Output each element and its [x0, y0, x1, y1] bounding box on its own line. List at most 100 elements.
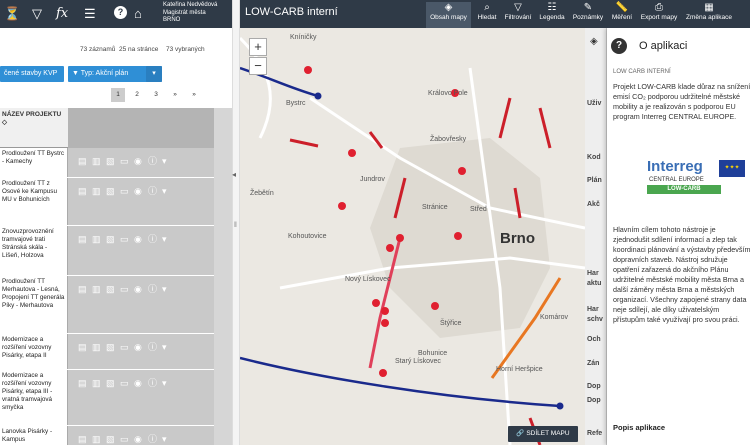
doc-edit-icon[interactable]: ▧ — [106, 234, 120, 245]
doc-edit-icon[interactable]: ▧ — [106, 434, 120, 445]
project-point[interactable] — [304, 66, 312, 74]
home-icon[interactable]: ⌂ — [134, 6, 142, 22]
doc-edit-icon[interactable]: ▧ — [106, 378, 120, 389]
doc-settings-icon[interactable]: ▥ — [92, 234, 106, 245]
page-1[interactable]: 1 — [111, 88, 125, 102]
layer-label[interactable]: aktu — [587, 280, 601, 287]
project-point[interactable] — [458, 167, 466, 175]
filter-funnel-icon[interactable]: ⏳ — [4, 6, 20, 22]
doc-edit-icon[interactable]: ▧ — [106, 284, 120, 295]
table-row[interactable]: Lanovka Pisárky - Kampus ▤▥▧▭◉ⓘ▾ — [0, 426, 232, 445]
folder-icon[interactable]: ▭ — [120, 284, 134, 295]
project-point[interactable] — [386, 244, 394, 252]
project-point[interactable] — [348, 149, 356, 157]
layer-label[interactable]: Dop — [587, 397, 601, 404]
doc-icon[interactable]: ▤ — [78, 434, 92, 445]
tool-filter[interactable]: ▽ Filtrování — [501, 2, 535, 28]
folder-icon[interactable]: ▭ — [120, 342, 134, 353]
tool-notes[interactable]: ✎ Poznámky — [569, 2, 607, 28]
layer-label[interactable]: Kod — [587, 154, 601, 161]
info-icon[interactable]: ⓘ — [148, 376, 162, 389]
layers-icon[interactable]: ◈ — [590, 36, 598, 47]
list-icon[interactable]: ☰ — [84, 6, 96, 22]
folder-icon[interactable]: ▭ — [120, 378, 134, 389]
info-icon[interactable]: ⓘ — [148, 154, 162, 167]
doc-settings-icon[interactable]: ▥ — [92, 284, 106, 295]
table-row[interactable]: Znovuzprovoznění tramvajové trati Stráns… — [0, 226, 232, 276]
project-point[interactable] — [381, 319, 389, 327]
info-icon[interactable]: ⓘ — [148, 282, 162, 295]
doc-icon[interactable]: ▤ — [78, 156, 92, 167]
table-row[interactable]: Modernizace a rozšíření vozovny Pisárky,… — [0, 334, 232, 370]
chevron-left-icon[interactable]: ◂ — [232, 170, 236, 179]
chevron-down-icon[interactable]: ▾ — [162, 156, 176, 167]
drag-handle-icon[interactable]: ‖ — [234, 222, 237, 229]
chevron-down-icon[interactable]: ▾ — [162, 434, 176, 445]
layer-label[interactable]: Har — [587, 306, 599, 313]
folder-icon[interactable]: ▭ — [120, 434, 134, 445]
doc-icon[interactable]: ▤ — [78, 186, 92, 197]
doc-settings-icon[interactable]: ▥ — [92, 378, 106, 389]
folder-icon[interactable]: ▭ — [120, 156, 134, 167]
layer-label[interactable]: Akč — [587, 201, 600, 208]
panel-splitter[interactable]: ◂ ‖ — [232, 0, 240, 445]
zoom-to-icon[interactable]: ◉ — [134, 156, 148, 167]
page-last[interactable]: » — [187, 88, 201, 102]
layer-label[interactable]: Har — [587, 270, 599, 277]
layer-label[interactable]: Zán — [587, 360, 599, 367]
chevron-down-icon[interactable]: ▾ — [162, 234, 176, 245]
page-2[interactable]: 2 — [130, 88, 144, 102]
column-header-name[interactable]: NÁZEV PROJEKTU ◇ — [0, 108, 68, 148]
share-map-button[interactable]: 🔗 SDÍLET MAPU — [508, 426, 578, 442]
tool-change-app[interactable]: ▦ Změna aplikace — [683, 2, 735, 28]
zoom-out-button[interactable]: − — [249, 57, 267, 75]
project-point[interactable] — [314, 92, 322, 100]
info-icon[interactable]: ⓘ — [148, 340, 162, 353]
table-row[interactable]: Modernizace a rozšíření vozovny Pisárky,… — [0, 370, 232, 426]
info-icon[interactable]: ⓘ — [148, 184, 162, 197]
chevron-down-icon[interactable]: ▾ — [162, 378, 176, 389]
info-icon[interactable]: ⓘ — [148, 432, 162, 445]
doc-settings-icon[interactable]: ▥ — [92, 156, 106, 167]
table-row[interactable]: Prodloužení TT Bystrc - Kamechy ▤▥▧▭◉ⓘ▾ — [0, 148, 232, 178]
zoom-to-icon[interactable]: ◉ — [134, 378, 148, 389]
project-point[interactable] — [372, 299, 380, 307]
tool-measure[interactable]: 📏 Měření — [607, 2, 637, 28]
layer-label[interactable]: Refe — [587, 430, 602, 437]
zoom-in-button[interactable]: + — [249, 38, 267, 56]
chevron-down-icon[interactable]: ▾ — [146, 66, 162, 82]
page-next[interactable]: » — [168, 88, 182, 102]
info-icon[interactable]: ⓘ — [148, 232, 162, 245]
filter-icon[interactable]: ▽ — [32, 6, 42, 22]
layer-label[interactable]: schv — [587, 316, 603, 323]
doc-icon[interactable]: ▤ — [78, 342, 92, 353]
filter-chip-kvp[interactable]: čené stavby KVP — [0, 66, 64, 82]
function-icon[interactable]: 𝑓𝑥 — [56, 6, 68, 22]
chevron-down-icon[interactable]: ▾ — [162, 186, 176, 197]
zoom-to-icon[interactable]: ◉ — [134, 234, 148, 245]
doc-settings-icon[interactable]: ▥ — [92, 434, 106, 445]
zoom-to-icon[interactable]: ◉ — [134, 434, 148, 445]
project-point[interactable] — [381, 307, 389, 315]
layer-label[interactable]: Uživ — [587, 100, 601, 107]
project-point[interactable] — [431, 302, 439, 310]
project-point[interactable] — [338, 202, 346, 210]
doc-edit-icon[interactable]: ▧ — [106, 156, 120, 167]
tool-search[interactable]: ⌕ Hledat — [473, 2, 501, 28]
doc-icon[interactable]: ▤ — [78, 378, 92, 389]
table-row[interactable]: Prodloužení TT Merhautova - Lesná, Propo… — [0, 276, 232, 334]
doc-settings-icon[interactable]: ▥ — [92, 342, 106, 353]
zoom-to-icon[interactable]: ◉ — [134, 186, 148, 197]
tool-legend[interactable]: ☷ Legenda — [535, 2, 569, 28]
doc-edit-icon[interactable]: ▧ — [106, 342, 120, 353]
folder-icon[interactable]: ▭ — [120, 234, 134, 245]
layer-label[interactable]: Och — [587, 336, 601, 343]
doc-icon[interactable]: ▤ — [78, 284, 92, 295]
doc-icon[interactable]: ▤ — [78, 234, 92, 245]
tool-map-content[interactable]: ◈ Obsah mapy — [426, 2, 471, 28]
chevron-down-icon[interactable]: ▾ — [162, 342, 176, 353]
zoom-to-icon[interactable]: ◉ — [134, 342, 148, 353]
layer-label[interactable]: Plán — [587, 177, 602, 184]
doc-settings-icon[interactable]: ▥ — [92, 186, 106, 197]
chevron-down-icon[interactable]: ▾ — [162, 284, 176, 295]
